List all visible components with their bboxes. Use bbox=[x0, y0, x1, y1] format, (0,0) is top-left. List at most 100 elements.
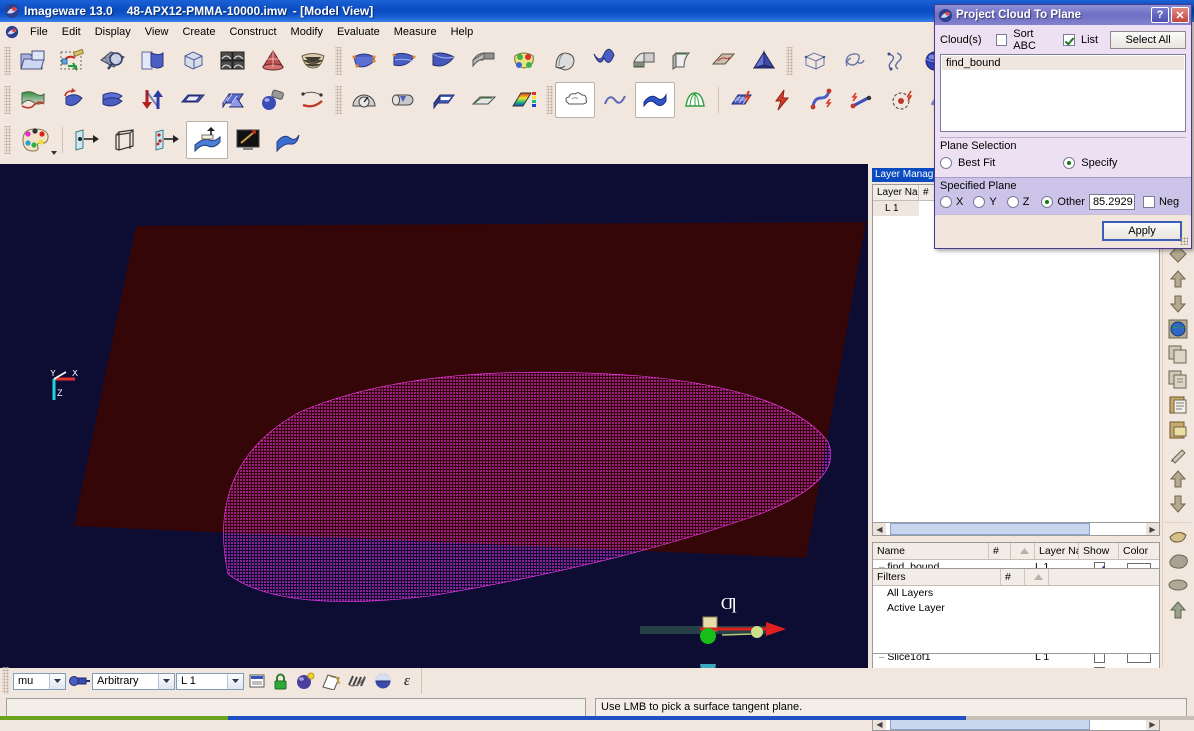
surface-patch-1-button[interactable] bbox=[344, 43, 384, 79]
copy-layers-button[interactable] bbox=[1165, 342, 1191, 366]
scroll-track[interactable] bbox=[886, 523, 1146, 535]
disc-shade-button[interactable] bbox=[1165, 573, 1191, 597]
inspect-cloud-button[interactable] bbox=[93, 43, 133, 79]
select-objects-button[interactable] bbox=[53, 43, 93, 79]
curve-lightning-button[interactable] bbox=[802, 82, 842, 118]
flip-normals-button[interactable] bbox=[133, 82, 173, 118]
loop-curve-button[interactable] bbox=[835, 43, 875, 79]
cloud-tool-button[interactable] bbox=[555, 82, 595, 118]
menu-item-file[interactable]: File bbox=[23, 24, 55, 40]
duplicate-layers-button[interactable] bbox=[1165, 367, 1191, 391]
epsilon-button[interactable]: ε bbox=[396, 673, 418, 690]
numeric-display-button[interactable] bbox=[246, 674, 268, 688]
trim-surface-button[interactable] bbox=[704, 43, 744, 79]
active-layer-select[interactable]: L 1 bbox=[176, 673, 244, 690]
page-flip-button[interactable] bbox=[318, 672, 344, 690]
filters-col-sort[interactable] bbox=[1025, 569, 1049, 585]
spline-curve-button[interactable] bbox=[595, 82, 635, 118]
layer-stripes-button[interactable] bbox=[424, 82, 464, 118]
resize-grip[interactable] bbox=[1180, 237, 1188, 245]
surface-create-button[interactable] bbox=[133, 43, 173, 79]
blue-surface-tool-button[interactable] bbox=[635, 82, 675, 118]
object-col-color[interactable]: Color bbox=[1119, 543, 1159, 559]
surface-tangent-plane-button[interactable] bbox=[186, 121, 228, 159]
ball-probe-button[interactable] bbox=[253, 82, 293, 118]
filter-row[interactable]: Active Layer bbox=[873, 601, 1159, 616]
toolbar-grip[interactable] bbox=[2, 667, 9, 695]
object-col-count[interactable]: # bbox=[989, 543, 1011, 559]
chevron-down-icon[interactable] bbox=[227, 674, 243, 689]
sort-abc-checkbox[interactable] bbox=[996, 34, 1008, 46]
list-checkbox[interactable] bbox=[1063, 34, 1075, 46]
sweep-surface-button[interactable] bbox=[544, 43, 584, 79]
chevron-down-icon[interactable] bbox=[49, 674, 65, 689]
chevron-down-icon[interactable] bbox=[158, 674, 174, 689]
color-map-surface-button[interactable] bbox=[504, 43, 544, 79]
grid-evaluate-button[interactable] bbox=[722, 82, 762, 118]
fan-surface-button[interactable] bbox=[675, 82, 715, 118]
move-down-button[interactable] bbox=[1165, 292, 1191, 316]
apply-button[interactable]: Apply bbox=[1102, 221, 1182, 241]
menu-item-edit[interactable]: Edit bbox=[55, 24, 88, 40]
toolbar-grip[interactable] bbox=[335, 47, 342, 75]
axis-y-radio[interactable] bbox=[973, 196, 985, 208]
rotate-surface-button[interactable] bbox=[53, 82, 93, 118]
neg-checkbox[interactable] bbox=[1143, 196, 1155, 208]
open-file-button[interactable] bbox=[13, 43, 53, 79]
units-select[interactable]: mu bbox=[13, 673, 66, 690]
menu-item-view[interactable]: View bbox=[138, 24, 176, 40]
shell-shade-button[interactable] bbox=[1165, 522, 1191, 547]
curve-edit-button[interactable] bbox=[293, 82, 333, 118]
spiral-curve-button[interactable] bbox=[875, 43, 915, 79]
blob-shade-button[interactable] bbox=[1165, 548, 1191, 572]
axis-other-radio[interactable] bbox=[1041, 196, 1053, 208]
bounding-box-button[interactable] bbox=[173, 43, 213, 79]
filters-col-name[interactable]: Filters bbox=[873, 569, 1001, 585]
toolbar-grip[interactable] bbox=[4, 126, 11, 154]
glasses-button[interactable] bbox=[66, 674, 92, 688]
raise-object-button[interactable] bbox=[1165, 598, 1191, 622]
filters-grid[interactable]: Filters # All Layers Active Layer bbox=[872, 568, 1160, 654]
multi-patch-button[interactable] bbox=[213, 82, 253, 118]
menu-item-display[interactable]: Display bbox=[88, 24, 138, 40]
menu-item-construct[interactable]: Construct bbox=[222, 24, 283, 40]
toolbar-grip[interactable] bbox=[546, 86, 553, 114]
probe-lightning-button[interactable] bbox=[842, 82, 882, 118]
filters-col-count[interactable]: # bbox=[1001, 569, 1025, 585]
pick-pen-button[interactable] bbox=[1165, 442, 1191, 466]
lightning-tool-button[interactable] bbox=[762, 82, 802, 118]
object-col-layer[interactable]: Layer Na bbox=[1035, 543, 1079, 559]
angle-gauge-button[interactable] bbox=[344, 82, 384, 118]
layer-grid-hscrollbar[interactable]: ◀ ▶ bbox=[872, 522, 1160, 536]
menu-item-evaluate[interactable]: Evaluate bbox=[330, 24, 387, 40]
lock-button[interactable] bbox=[268, 673, 292, 690]
project-cloud-to-plane-dialog[interactable]: Project Cloud To Plane ? ✕ Cloud(s) Sort… bbox=[934, 4, 1192, 249]
scroll-right-icon[interactable]: ▶ bbox=[1146, 523, 1159, 535]
cylinder-fit-button[interactable] bbox=[384, 82, 424, 118]
orbit-lightning-button[interactable] bbox=[882, 82, 922, 118]
paste-item-button[interactable] bbox=[1165, 417, 1191, 441]
cloud-listbox[interactable]: find_bound bbox=[940, 54, 1186, 132]
screen-pick-button[interactable] bbox=[228, 122, 268, 158]
blue-sheet-button[interactable] bbox=[268, 122, 308, 158]
scroll-left-icon[interactable]: ◀ bbox=[873, 523, 886, 535]
saddle-surface-button[interactable] bbox=[584, 43, 624, 79]
springs-button[interactable] bbox=[344, 673, 370, 689]
cloud-list-item[interactable]: find_bound bbox=[942, 56, 1184, 70]
mesh-bowl-button[interactable] bbox=[293, 43, 333, 79]
object-col-show[interactable]: Show bbox=[1079, 543, 1119, 559]
specify-radio[interactable] bbox=[1063, 157, 1075, 169]
close-icon[interactable]: ✕ bbox=[1171, 7, 1189, 23]
dialog-title-bar[interactable]: Project Cloud To Plane ? ✕ bbox=[935, 5, 1191, 25]
cone-fit-button[interactable] bbox=[253, 43, 293, 79]
compare-views-button[interactable] bbox=[213, 43, 253, 79]
axis-z-radio[interactable] bbox=[1007, 196, 1019, 208]
layer-col-name[interactable]: Layer Na bbox=[873, 185, 919, 200]
project-to-plane-button[interactable] bbox=[66, 122, 106, 158]
mode-select[interactable]: Arbitrary bbox=[92, 673, 175, 690]
menu-item-measure[interactable]: Measure bbox=[387, 24, 444, 40]
color-palette-button[interactable] bbox=[13, 122, 59, 158]
stack-surface-button[interactable] bbox=[93, 82, 133, 118]
order-down-button[interactable] bbox=[1165, 492, 1191, 516]
surface-patch-3-button[interactable] bbox=[424, 43, 464, 79]
